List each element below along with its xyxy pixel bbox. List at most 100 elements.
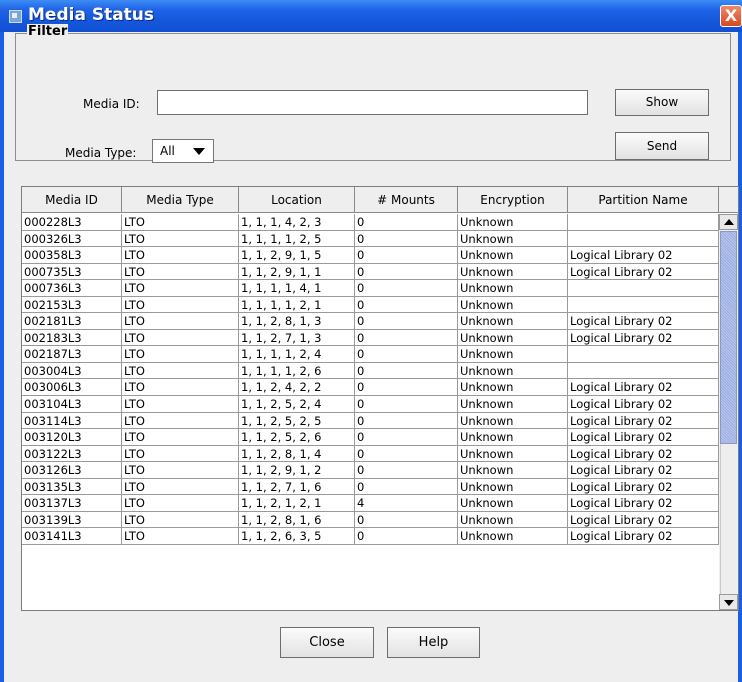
table-cell: 1, 1, 2, 5, 2, 4 [239, 396, 355, 413]
filter-legend: Filter [27, 24, 69, 39]
table-cell: 1, 1, 1, 1, 2, 6 [239, 362, 355, 380]
media-table: Media ID Media Type Location # Mounts Encryp… [21, 186, 739, 611]
table-cell: 0 [355, 214, 458, 231]
table-row[interactable]: 000228L3 LTO 1, 1, 1, 4, 2, 3 0 Unknown [22, 214, 719, 231]
column-header[interactable]: Location [239, 187, 355, 213]
table-cell: 003004L3 [22, 362, 122, 380]
media-id-field[interactable] [157, 90, 588, 115]
table-cell: Unknown [458, 346, 568, 363]
table-cell: 0 [355, 445, 458, 463]
table-cell: 000736L3 [22, 280, 122, 297]
media-type-select[interactable]: All [152, 139, 214, 163]
table-cell: Logical Library 02 [568, 379, 719, 397]
table-cell: 0 [355, 462, 458, 479]
table-row[interactable]: 002187L3 LTO 1, 1, 1, 1, 2, 4 0 Unknown [22, 346, 719, 363]
table-cell: LTO [122, 346, 239, 363]
table-cell [568, 230, 719, 248]
title-bar[interactable]: Media Status X [0, 0, 742, 32]
table-row[interactable]: 002153L3 LTO 1, 1, 1, 1, 2, 1 0 Unknown [22, 296, 719, 314]
table-cell: Unknown [458, 429, 568, 446]
help-button[interactable]: Help [387, 627, 480, 658]
window-title: Media Status [28, 5, 155, 25]
table-cell: 1, 1, 2, 7, 1, 6 [239, 478, 355, 496]
table-cell: 003141L3 [22, 528, 122, 545]
close-window-button[interactable]: X [720, 5, 742, 27]
table-cell: 1, 1, 2, 8, 1, 3 [239, 313, 355, 330]
table-cell: 0 [355, 346, 458, 363]
table-cell: Unknown [458, 214, 568, 231]
table-cell: 002183L3 [22, 329, 122, 347]
table-cell: Unknown [458, 230, 568, 248]
table-cell: Unknown [458, 296, 568, 314]
table-cell: Logical Library 02 [568, 263, 719, 281]
table-cell: 000228L3 [22, 214, 122, 231]
table-row[interactable]: 003137L3 LTO 1, 1, 2, 1, 2, 1 4 Unknown Logic… [22, 495, 719, 512]
column-header[interactable]: Encryption [458, 187, 568, 213]
table-cell: Logical Library 02 [568, 462, 719, 479]
table-cell: LTO [122, 412, 239, 430]
table-row[interactable]: 003126L3 LTO 1, 1, 2, 9, 1, 2 0 Unknown Logic… [22, 462, 719, 479]
table-cell: 1, 1, 2, 1, 2, 1 [239, 495, 355, 512]
table-cell: 000358L3 [22, 247, 122, 264]
table-cell: LTO [122, 263, 239, 281]
vertical-scrollbar[interactable] [719, 214, 738, 610]
table-row[interactable]: 003006L3 LTO 1, 1, 2, 4, 2, 2 0 Unknown Logic… [22, 379, 719, 397]
table-row[interactable]: 000326L3 LTO 1, 1, 1, 1, 2, 5 0 Unknown [22, 230, 719, 248]
table-cell: Unknown [458, 362, 568, 380]
table-cell: 0 [355, 379, 458, 397]
show-button[interactable]: Show [615, 89, 709, 116]
table-cell: 1, 1, 2, 8, 1, 6 [239, 511, 355, 529]
table-cell: 1, 1, 2, 9, 1, 2 [239, 462, 355, 479]
table-row[interactable]: 003004L3 LTO 1, 1, 1, 1, 2, 6 0 Unknown [22, 362, 719, 380]
table-cell: 1, 1, 1, 1, 2, 1 [239, 296, 355, 314]
column-header[interactable]: Partition Name [568, 187, 719, 213]
scrollbar-thumb[interactable] [720, 231, 737, 444]
table-cell: 1, 1, 1, 1, 2, 4 [239, 346, 355, 363]
table-row[interactable]: 002183L3 LTO 1, 1, 2, 7, 1, 3 0 Unknown Logic… [22, 329, 719, 347]
table-cell: 002187L3 [22, 346, 122, 363]
table-cell: 0 [355, 528, 458, 545]
table-cell: 0 [355, 280, 458, 297]
table-cell: Logical Library 02 [568, 412, 719, 430]
table-row[interactable]: 003139L3 LTO 1, 1, 2, 8, 1, 6 0 Unknown Logic… [22, 511, 719, 529]
table-cell: 1, 1, 2, 9, 1, 5 [239, 247, 355, 264]
table-cell [568, 296, 719, 314]
app-window-icon [9, 10, 22, 23]
table-cell: LTO [122, 396, 239, 413]
scrollbar-track[interactable] [720, 444, 737, 594]
table-cell: Unknown [458, 329, 568, 347]
table-row[interactable]: 003104L3 LTO 1, 1, 2, 5, 2, 4 0 Unknown Logic… [22, 396, 719, 413]
table-row[interactable]: 002181L3 LTO 1, 1, 2, 8, 1, 3 0 Unknown Logic… [22, 313, 719, 330]
column-header[interactable]: Media ID [22, 187, 122, 213]
table-cell: 0 [355, 247, 458, 264]
table-row[interactable]: 000735L3 LTO 1, 1, 2, 9, 1, 1 0 Unknown Logic… [22, 263, 719, 281]
table-row[interactable]: 003141L3 LTO 1, 1, 2, 6, 3, 5 0 Unknown Logic… [22, 528, 719, 545]
table-cell: Unknown [458, 247, 568, 264]
table-row[interactable]: 000736L3 LTO 1, 1, 1, 1, 4, 1 0 Unknown [22, 280, 719, 297]
table-row[interactable]: 003135L3 LTO 1, 1, 2, 7, 1, 6 0 Unknown Logic… [22, 478, 719, 496]
scroll-down-button[interactable] [719, 594, 738, 610]
column-header[interactable]: # Mounts [355, 187, 458, 213]
scroll-up-button[interactable] [719, 214, 738, 230]
table-row[interactable]: 003122L3 LTO 1, 1, 2, 8, 1, 4 0 Unknown Logic… [22, 445, 719, 463]
table-cell: 003120L3 [22, 429, 122, 446]
media-id-input[interactable] [158, 91, 587, 114]
table-cell: 000326L3 [22, 230, 122, 248]
table-cell: 1, 1, 1, 4, 2, 3 [239, 214, 355, 231]
table-cell: 002181L3 [22, 313, 122, 330]
close-button[interactable]: Close [280, 627, 374, 658]
table-cell: 0 [355, 478, 458, 496]
table-row[interactable]: 003114L3 LTO 1, 1, 2, 5, 2, 5 0 Unknown Logic… [22, 412, 719, 430]
table-cell: 0 [355, 296, 458, 314]
arrow-down-icon [724, 600, 734, 606]
media-type-label: Media Type: [65, 146, 137, 160]
table-row[interactable]: 000358L3 LTO 1, 1, 2, 9, 1, 5 0 Unknown Logic… [22, 247, 719, 264]
table-cell: Logical Library 02 [568, 528, 719, 545]
table-row[interactable]: 003120L3 LTO 1, 1, 2, 5, 2, 6 0 Unknown Logic… [22, 429, 719, 446]
table-cell: Unknown [458, 528, 568, 545]
send-button[interactable]: Send [615, 132, 709, 160]
column-header[interactable]: Media Type [122, 187, 239, 213]
table-cell: 0 [355, 511, 458, 529]
table-cell [568, 214, 719, 231]
table-cell: LTO [122, 247, 239, 264]
